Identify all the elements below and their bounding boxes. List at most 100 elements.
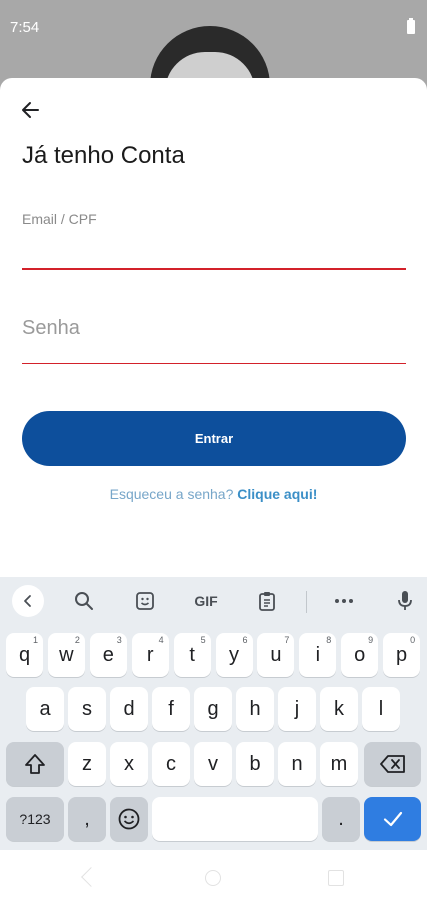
- key-p[interactable]: p0: [383, 633, 421, 677]
- key-hint: 5: [200, 635, 206, 645]
- key-k[interactable]: k: [320, 687, 358, 731]
- key-label: p: [396, 643, 408, 666]
- key-m[interactable]: m: [320, 742, 358, 786]
- backspace-key[interactable]: [364, 742, 421, 786]
- keyboard-sticker-button[interactable]: [129, 586, 161, 616]
- key-hint: 4: [158, 635, 164, 645]
- key-hint: 0: [410, 635, 416, 645]
- battery-icon: [407, 18, 415, 34]
- emoji-key[interactable]: [110, 797, 148, 841]
- key-label: v: [208, 752, 218, 775]
- key-s[interactable]: s: [68, 687, 106, 731]
- key-v[interactable]: v: [194, 742, 232, 786]
- keyboard-clipboard-button[interactable]: [251, 586, 283, 616]
- keyboard-voice-button[interactable]: [389, 586, 421, 616]
- status-bar: 7:54: [0, 0, 427, 56]
- forgot-password-link[interactable]: Clique aqui!: [237, 486, 317, 502]
- key-hint: 1: [32, 635, 38, 645]
- key-f[interactable]: f: [152, 687, 190, 731]
- keyboard-search-button[interactable]: [68, 586, 100, 616]
- page-title: Já tenho Conta: [22, 142, 185, 169]
- key-c[interactable]: c: [152, 742, 190, 786]
- key-hint: 8: [326, 635, 332, 645]
- key-o[interactable]: o9: [341, 633, 379, 677]
- key-label: e: [102, 643, 114, 666]
- key-label: a: [39, 697, 51, 720]
- key-label: l: [378, 697, 384, 720]
- keyboard-toolbar: GIF: [0, 577, 427, 625]
- key-label: t: [189, 643, 195, 666]
- back-button[interactable]: [16, 96, 48, 124]
- key-label: m: [330, 752, 348, 775]
- comma-key[interactable]: ,: [68, 797, 106, 841]
- key-label: j: [294, 697, 300, 720]
- key-label: h: [249, 697, 261, 720]
- done-key[interactable]: [364, 797, 421, 841]
- key-t[interactable]: t5: [173, 633, 211, 677]
- key-label: d: [123, 697, 135, 720]
- nav-home-button[interactable]: [205, 870, 221, 886]
- nav-back-button[interactable]: [81, 867, 101, 887]
- nav-recents-button[interactable]: [328, 870, 344, 886]
- period-key[interactable]: .: [322, 797, 360, 841]
- key-a[interactable]: a: [26, 687, 64, 731]
- key-j[interactable]: j: [278, 687, 316, 731]
- space-key[interactable]: [152, 797, 318, 841]
- search-icon: [75, 592, 93, 610]
- key-label: i: [315, 643, 321, 666]
- keyboard-gif-button[interactable]: GIF: [190, 586, 222, 616]
- forgot-password-text: Esqueceu a senha?: [109, 486, 234, 502]
- key-w[interactable]: w2: [47, 633, 85, 677]
- clipboard-icon: [259, 592, 275, 611]
- key-label: f: [168, 697, 174, 720]
- shift-key[interactable]: [6, 742, 64, 786]
- key-label: y: [229, 643, 239, 666]
- checkmark-icon: [383, 811, 402, 827]
- key-label: x: [124, 752, 134, 775]
- microphone-icon: [398, 591, 412, 610]
- key-i[interactable]: i8: [299, 633, 337, 677]
- password-underline: [22, 363, 406, 364]
- key-label: w: [59, 643, 74, 666]
- key-g[interactable]: g: [194, 687, 232, 731]
- key-u[interactable]: u7: [257, 633, 295, 677]
- key-label: n: [291, 752, 303, 775]
- password-field[interactable]: Senha: [22, 317, 80, 340]
- email-field[interactable]: [22, 268, 406, 270]
- key-label: b: [249, 752, 261, 775]
- keyboard-more-button[interactable]: [328, 586, 360, 616]
- key-y[interactable]: y6: [215, 633, 253, 677]
- forgot-password: Esqueceu a senha? Clique aqui!: [0, 486, 427, 502]
- key-e[interactable]: e3: [89, 633, 127, 677]
- email-field-label: Email / CPF: [22, 211, 97, 227]
- key-r[interactable]: r4: [131, 633, 169, 677]
- chevron-left-icon: [24, 595, 31, 607]
- key-h[interactable]: h: [236, 687, 274, 731]
- key-l[interactable]: l: [362, 687, 400, 731]
- emoji-icon: [118, 808, 140, 830]
- key-label: k: [334, 697, 344, 720]
- key-label: o: [354, 643, 366, 666]
- toolbar-divider: [306, 591, 307, 613]
- shift-icon: [25, 754, 45, 774]
- key-n[interactable]: n: [278, 742, 316, 786]
- key-z[interactable]: z: [68, 742, 106, 786]
- backspace-icon: [379, 755, 405, 773]
- key-label: u: [270, 643, 282, 666]
- key-label: c: [166, 752, 176, 775]
- key-d[interactable]: d: [110, 687, 148, 731]
- sticker-icon: [136, 592, 154, 610]
- arrow-left-icon: [22, 102, 39, 118]
- key-hint: 6: [242, 635, 248, 645]
- key-x[interactable]: x: [110, 742, 148, 786]
- key-b[interactable]: b: [236, 742, 274, 786]
- keyboard-collapse-button[interactable]: [12, 585, 44, 617]
- more-horizontal-icon: [335, 599, 353, 603]
- key-q[interactable]: q1: [6, 633, 43, 677]
- symbols-key[interactable]: ?123: [6, 797, 64, 841]
- soft-keyboard: GIF ?123 , . q1w2e3r4t5y6u7i8o9p0asdfghj…: [0, 577, 427, 850]
- key-hint: 7: [284, 635, 290, 645]
- status-time: 7:54: [10, 19, 40, 36]
- key-hint: 9: [368, 635, 374, 645]
- enter-button[interactable]: Entrar: [22, 411, 406, 466]
